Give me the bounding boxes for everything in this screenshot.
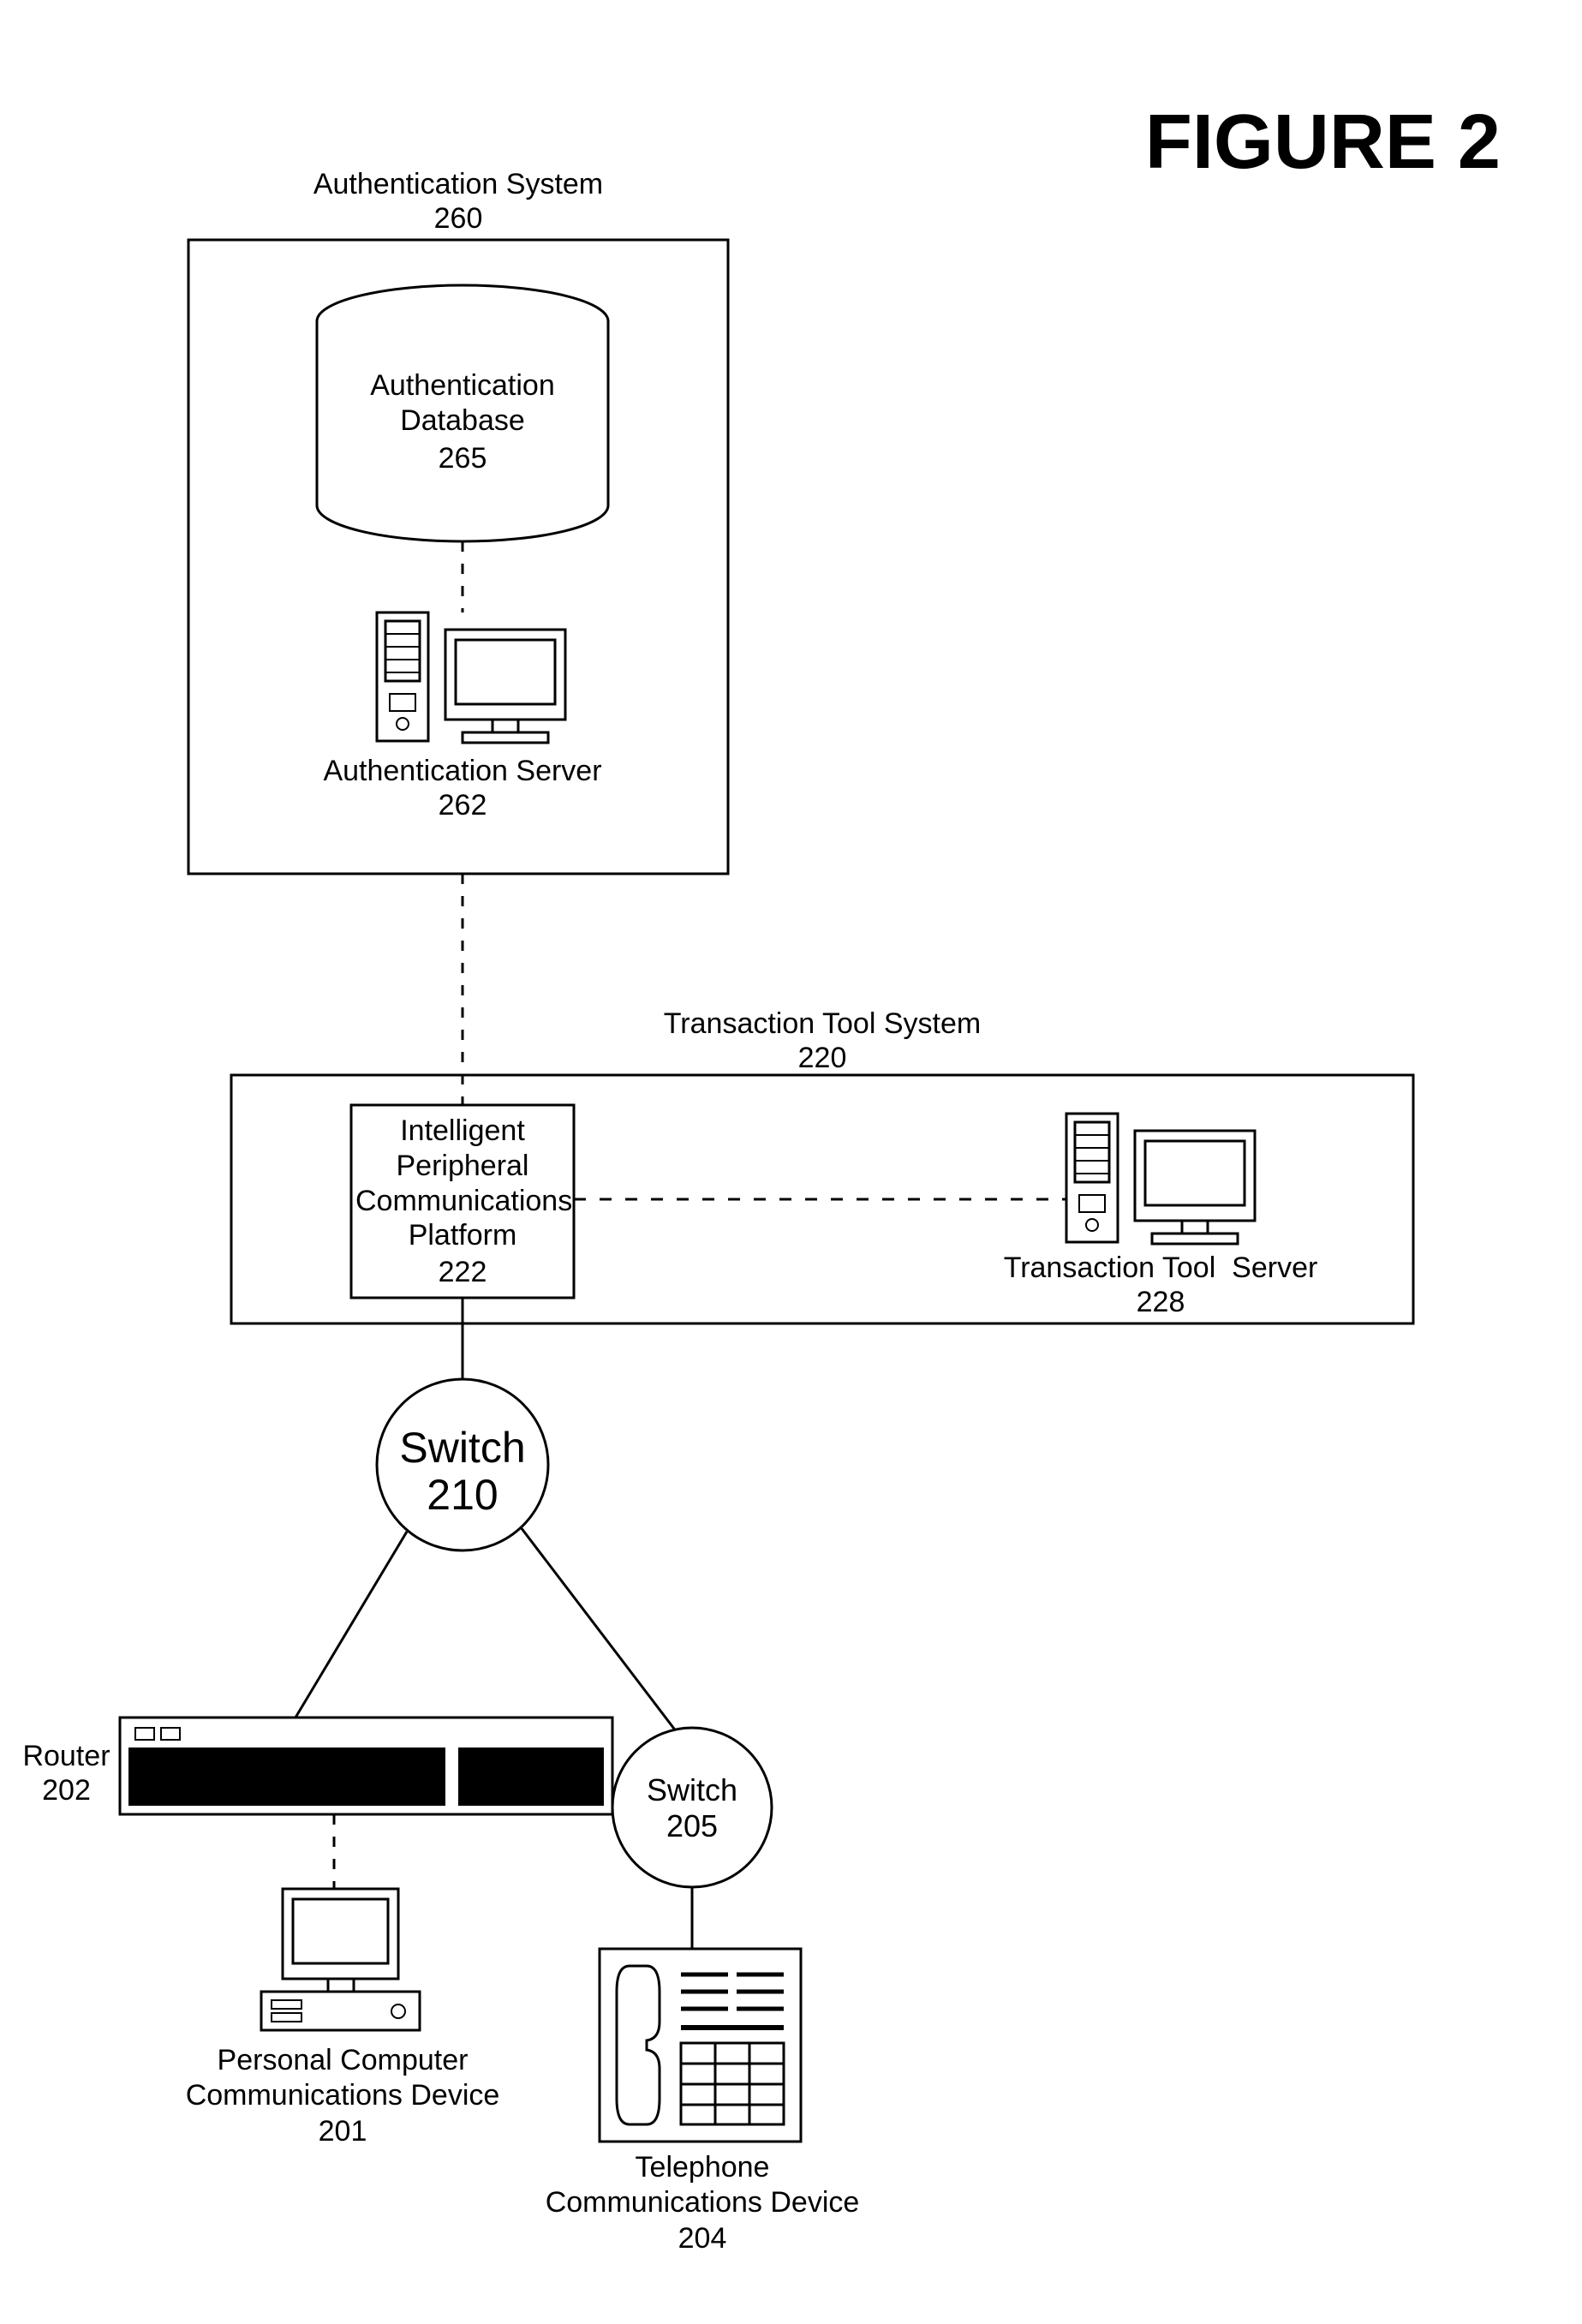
tx-system-ref: 220 xyxy=(548,1041,1096,1076)
phone-title: Telephone Communications Device xyxy=(514,2150,891,2220)
tx-server-title: Transaction Tool Server xyxy=(959,1251,1362,1286)
auth-server-ref: 262 xyxy=(257,788,668,823)
auth-db-ref: 265 xyxy=(317,441,608,476)
diagram-canvas xyxy=(0,0,1582,2324)
phone-ref: 204 xyxy=(514,2221,891,2256)
auth-system-ref: 260 xyxy=(257,201,660,236)
switch210-ref: 210 xyxy=(377,1469,548,1520)
switch205-title: Switch xyxy=(615,1771,769,1808)
pc-title: Personal Computer Communications Device xyxy=(163,2043,522,2113)
auth-db-title: Authentication Database xyxy=(317,368,608,439)
auth-system-title: Authentication System xyxy=(257,167,660,202)
ipcp-ref: 222 xyxy=(355,1255,570,1290)
ipcp-title: Intelligent Peripheral Communications Pl… xyxy=(355,1114,570,1253)
switch210-title: Switch xyxy=(377,1422,548,1473)
switch205-ref: 205 xyxy=(615,1807,769,1844)
tx-system-title: Transaction Tool System xyxy=(548,1007,1096,1042)
router-title: Router xyxy=(17,1739,116,1774)
auth-server-title: Authentication Server xyxy=(257,754,668,789)
router-ref: 202 xyxy=(17,1773,116,1808)
pc-ref: 201 xyxy=(163,2114,522,2149)
tx-server-ref: 228 xyxy=(959,1285,1362,1320)
